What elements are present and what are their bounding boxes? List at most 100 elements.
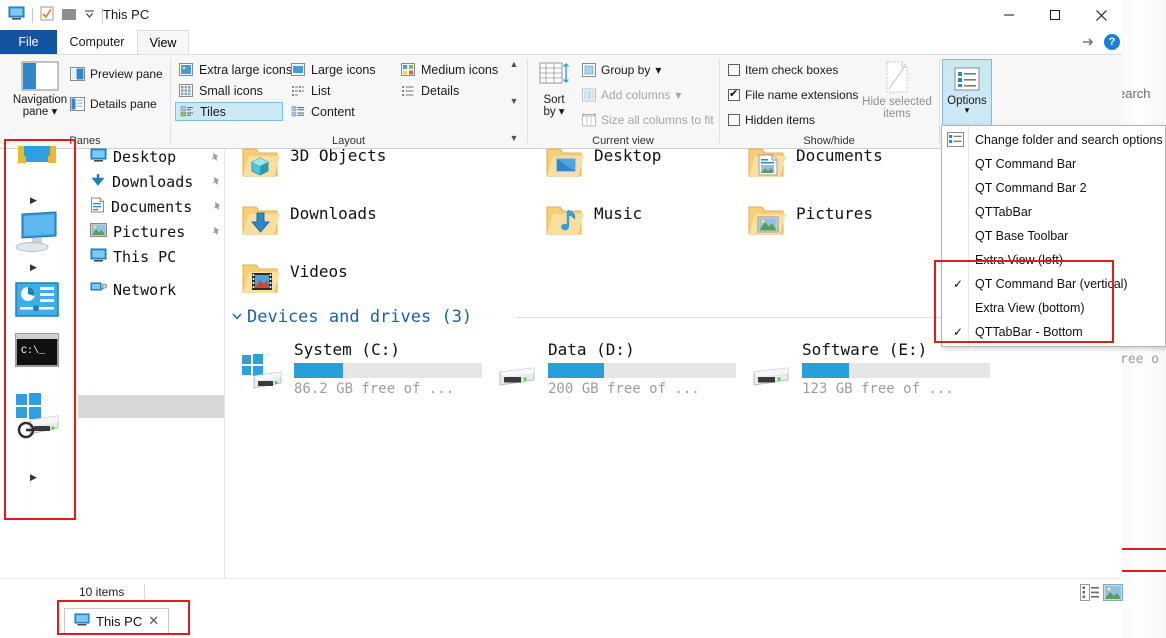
ribbon-group-current-view: Sort by ▾ Group by ▾ Add columns ▾ Size a… — [528, 55, 718, 149]
list-item[interactable]: Data (D:) 200 GB free of ... — [494, 340, 736, 398]
list-item[interactable]: Videos — [240, 258, 348, 298]
menu-item-label: QT Command Bar — [975, 157, 1077, 171]
control-panel-icon[interactable] — [12, 280, 62, 324]
medium-icons-icon — [401, 63, 415, 76]
sidebar-item-documents[interactable]: Documents — [90, 195, 192, 219]
sidebar-item-this-pc[interactable]: This PC — [90, 245, 176, 269]
sidebar-item-pictures[interactable]: Pictures — [90, 220, 185, 244]
scroll-up-icon[interactable]: ▲ — [510, 59, 519, 69]
layout-list[interactable]: List — [287, 81, 334, 100]
scroll-down-icon[interactable]: ▼ — [510, 96, 519, 106]
tab-label: This PC — [96, 613, 143, 629]
pin-icon-documents[interactable] — [212, 201, 223, 212]
close-icon[interactable]: ✕ — [148, 613, 159, 629]
extra-large-icons-label: Extra large icons — [199, 62, 293, 77]
close-button[interactable] — [1078, 0, 1124, 30]
computer-icon[interactable] — [12, 210, 62, 254]
menu-item-change-folder-options[interactable]: Change folder and search options — [942, 128, 1165, 152]
command-bar-arrow-3-icon[interactable]: ▶ — [30, 472, 40, 482]
file-name-extensions-checkbox[interactable] — [728, 87, 740, 101]
tab-this-pc[interactable]: This PC ✕ — [64, 608, 170, 634]
sidebar-item-network[interactable]: Network — [90, 278, 176, 302]
layout-gallery-scrollbar[interactable]: ▲ ▼ ▼ — [506, 59, 522, 143]
details-pane-label: Details pane — [90, 97, 157, 111]
layout-small-icons[interactable]: Small icons — [175, 81, 267, 100]
sort-by-button[interactable]: Sort by ▾ — [530, 61, 578, 118]
layout-details[interactable]: Details — [397, 81, 463, 100]
navigation-pane-button[interactable]: Navigation pane ▾ — [4, 61, 76, 118]
window-title: This PC — [103, 7, 150, 22]
layout-medium-icons[interactable]: Medium icons — [397, 60, 502, 79]
pin-icon-pictures[interactable] — [211, 226, 222, 237]
minimize-ribbon-icon[interactable] — [1081, 35, 1095, 49]
hidden-items-option[interactable]: Hidden items — [728, 113, 815, 127]
details-pane-button[interactable]: Details pane — [70, 97, 157, 111]
menu-item-qt-command-bar-vertical[interactable]: ✓ QT Command Bar (vertical) — [942, 272, 1165, 296]
folder-toolbar-icon[interactable] — [12, 142, 62, 186]
large-icons-label: Large icons — [311, 62, 376, 77]
hidden-items-label: Hidden items — [745, 113, 816, 127]
sidebar-item-desktop[interactable]: Desktop — [90, 145, 176, 169]
layout-tiles[interactable]: Tiles — [175, 102, 283, 121]
pin-icon-downloads[interactable] — [211, 176, 222, 187]
svg-text:C:\_: C:\_ — [21, 345, 46, 357]
group-by-button[interactable]: Group by ▾ — [582, 63, 661, 77]
sort-by-label-2: by — [543, 106, 556, 118]
help-button[interactable]: ? — [1104, 34, 1120, 50]
options-dropdown-menu: Change folder and search options QT Comm… — [941, 125, 1166, 347]
new-folder-icon[interactable] — [61, 7, 77, 24]
tab-view[interactable]: View — [137, 30, 189, 54]
tiles-label: Tiles — [200, 104, 226, 119]
properties-icon[interactable] — [40, 6, 54, 24]
command-prompt-icon[interactable]: C:\_ — [12, 330, 62, 374]
list-item[interactable]: Documents — [746, 142, 883, 182]
menu-item-qttabbar[interactable]: QTTabBar — [942, 200, 1165, 224]
tab-file[interactable]: File — [0, 30, 57, 54]
list-item[interactable]: Pictures — [746, 200, 873, 240]
menu-item-qt-command-bar-2[interactable]: QT Command Bar 2 — [942, 176, 1165, 200]
command-bar-arrow-1-icon[interactable]: ▶ — [30, 195, 40, 205]
large-icons-view-icon[interactable] — [1103, 584, 1123, 601]
list-item-label: Downloads — [290, 204, 377, 223]
details-view-icon[interactable] — [1080, 584, 1100, 601]
documents-icon — [90, 197, 105, 217]
options-chevron-icon[interactable]: ▾ — [965, 106, 970, 115]
tab-computer[interactable]: Computer — [57, 30, 137, 54]
menu-item-qttabbar-bottom[interactable]: ✓ QTTabBar - Bottom — [942, 320, 1165, 344]
minimize-button[interactable] — [986, 0, 1032, 30]
list-item[interactable]: Downloads — [240, 200, 377, 240]
downloads-folder-icon — [242, 206, 280, 235]
item-check-boxes-option[interactable]: Item check boxes — [728, 63, 838, 77]
list-item[interactable]: System (C:) 86.2 GB free of ... — [240, 340, 482, 397]
menu-item-qt-command-bar[interactable]: QT Command Bar — [942, 152, 1165, 176]
group-by-chevron-icon[interactable]: ▾ — [655, 63, 661, 77]
list-item[interactable]: Music — [544, 200, 642, 240]
this-pc-icon[interactable] — [8, 6, 25, 24]
command-bar-arrow-2-icon[interactable]: ▶ — [30, 262, 40, 272]
customize-qat-chevron-icon[interactable] — [84, 8, 95, 22]
file-name-extensions-option[interactable]: File name extensions — [728, 87, 858, 102]
menu-item-extra-view-bottom[interactable]: Extra View (bottom) — [942, 296, 1165, 320]
list-item[interactable]: Desktop — [544, 142, 661, 182]
layout-large-icons[interactable]: Large icons — [287, 60, 380, 79]
item-check-boxes-checkbox[interactable] — [728, 64, 740, 76]
layout-extra-large-icons[interactable]: Extra large icons — [175, 60, 296, 79]
layout-content[interactable]: Content — [287, 102, 359, 121]
large-icons-icon — [291, 63, 305, 76]
sidebar-item-downloads[interactable]: Downloads — [90, 170, 193, 194]
tiles-icon — [180, 106, 193, 117]
list-item-label: Videos — [290, 262, 348, 281]
list-item[interactable]: 3D Objects — [240, 142, 386, 182]
details-pane-icon — [70, 97, 85, 111]
menu-item-extra-view-left[interactable]: Extra View (left) — [942, 248, 1165, 272]
menu-item-qt-base-toolbar[interactable]: QT Base Toolbar — [942, 224, 1165, 248]
list-item[interactable]: Software (E:) 123 GB free of ... — [748, 340, 990, 398]
maximize-button[interactable] — [1032, 0, 1078, 30]
devices-and-drives-header[interactable]: Devices and drives (3) — [231, 307, 472, 327]
this-pc-icon — [90, 248, 107, 267]
hidden-items-checkbox[interactable] — [728, 114, 740, 126]
collapse-chevron-icon[interactable] — [231, 310, 243, 325]
pin-icon-desktop[interactable] — [210, 152, 221, 163]
windows-drive-icon[interactable] — [12, 390, 62, 446]
preview-pane-button[interactable]: Preview pane — [70, 67, 163, 81]
